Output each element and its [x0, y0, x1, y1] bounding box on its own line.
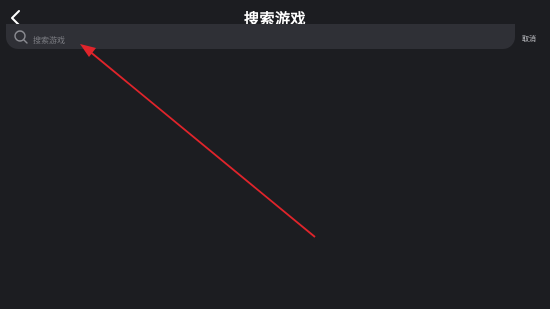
search-input[interactable] [33, 33, 453, 47]
arrow-shaft [87, 49, 316, 238]
cancel-button[interactable]: 取消 [522, 34, 536, 44]
search-icon [14, 30, 28, 44]
search-bar[interactable] [6, 24, 515, 49]
search-games-screen: 搜索游戏 取消 [0, 0, 550, 309]
